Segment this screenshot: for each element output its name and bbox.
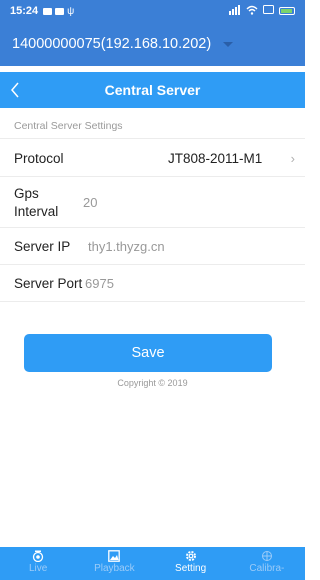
gps-interval-input[interactable]: 20: [83, 195, 97, 210]
section-header: Central Server Settings: [0, 113, 305, 139]
copyright-text: Copyright © 2019: [117, 378, 188, 388]
bottom-tab-bar: Live Playback Setting Calibra-: [0, 547, 305, 580]
live-icon: [32, 550, 44, 562]
wifi-icon: [246, 5, 258, 18]
tab-playback[interactable]: Playback: [76, 547, 152, 580]
device-selector[interactable]: 14000000075(192.168.10.202): [0, 22, 305, 66]
mail-notification-icon: [55, 7, 65, 15]
notification-icons: ψ: [43, 6, 74, 17]
tab-calibration-label: Calibra-: [249, 563, 285, 574]
cast-icon: [263, 5, 274, 17]
chevron-left-icon: [11, 82, 19, 98]
server-port-row: Server Port 6975: [0, 266, 305, 302]
system-icons: [229, 4, 295, 18]
tab-setting[interactable]: Setting: [153, 547, 229, 580]
page-title: Central Server: [104, 82, 201, 98]
device-label: 14000000075(192.168.10.202): [12, 36, 212, 52]
protocol-row[interactable]: Protocol JT808-2011-M1 ›: [0, 140, 305, 177]
chevron-right-icon: ›: [290, 150, 295, 166]
gallery-notification-icon: [43, 7, 53, 15]
protocol-value: JT808-2011-M1: [168, 150, 263, 166]
server-ip-row: Server IP thy1.thyzg.cn: [0, 229, 305, 265]
battery-icon: [279, 7, 295, 15]
tab-playback-label: Playback: [94, 563, 135, 574]
protocol-label: Protocol: [14, 150, 64, 166]
save-button[interactable]: Save: [24, 334, 272, 372]
server-port-label: Server Port: [14, 276, 83, 291]
gps-interval-label: Gps Interval: [14, 185, 59, 219]
gps-interval-row: Gps Interval 20: [0, 178, 305, 228]
usb-icon: ψ: [67, 5, 75, 17]
title-bar: Central Server: [0, 72, 305, 108]
signal-icon: [229, 4, 241, 18]
server-port-input[interactable]: 6975: [85, 276, 114, 291]
settings-icon: [185, 551, 196, 561]
tab-calibration[interactable]: Calibra-: [229, 547, 305, 580]
tab-live-label: Live: [28, 563, 48, 574]
server-ip-label: Server IP: [14, 239, 71, 254]
server-ip-input[interactable]: thy1.thyzg.cn: [88, 239, 165, 254]
playback-icon: [108, 550, 121, 562]
status-bar: 15:24 ψ: [0, 0, 305, 22]
chevron-down-icon: [223, 41, 234, 47]
tab-setting-label: Setting: [175, 563, 207, 574]
back-button[interactable]: [10, 72, 40, 108]
status-time: 15:24: [10, 5, 39, 17]
tab-live[interactable]: Live: [0, 547, 76, 580]
calibration-icon: [261, 551, 272, 561]
